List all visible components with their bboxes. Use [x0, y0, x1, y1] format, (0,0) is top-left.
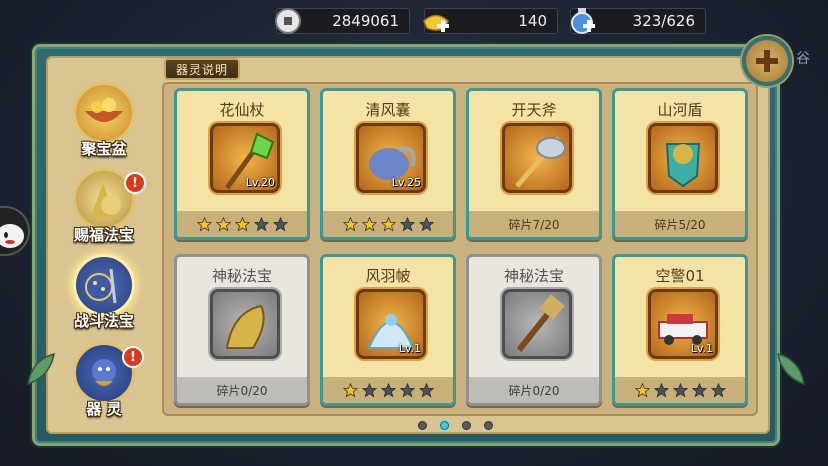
star-filled-icon [342, 382, 358, 397]
tab-label: 聚宝盆 [81, 140, 127, 158]
plus-icon [756, 50, 778, 72]
page-indicator [418, 421, 493, 430]
treasure-card[interactable]: 开天斧 碎片7/20 [466, 88, 602, 240]
coin-value: 2849061 [332, 12, 399, 30]
stamina-potion-icon [571, 8, 595, 34]
card-name: 清风囊 [365, 101, 411, 119]
treasure-bowl-icon [73, 82, 135, 144]
side-hint-text: 谷 [796, 51, 810, 67]
star-filled-icon [215, 216, 231, 231]
treasure-card[interactable]: 神秘法宝 碎片0/20 [174, 254, 310, 406]
wind-pouch-icon: Lv.25 [356, 123, 426, 193]
fragment-count: 碎片0/20 [177, 377, 307, 403]
gold-ingot-icon [423, 14, 449, 32]
card-name: 花仙杖 [219, 101, 265, 119]
star-empty-icon [418, 382, 434, 397]
star-empty-icon [399, 382, 415, 397]
star-empty-icon [672, 382, 688, 397]
tab-artifact-spirit[interactable]: 器 灵 ! [64, 342, 144, 419]
star-empty-icon [710, 382, 726, 397]
tab-label: 战斗法宝 [73, 312, 134, 330]
star-rating [177, 211, 307, 237]
card-name: 开天斧 [511, 101, 557, 119]
treasure-card[interactable]: 山河盾 碎片5/20 [612, 88, 748, 240]
treasure-card[interactable]: 空警01 Lv.1 [612, 254, 748, 406]
gold-value: 140 [518, 12, 547, 30]
treasure-card[interactable]: 神秘法宝 碎片0/20 [466, 254, 602, 406]
star-filled-icon [196, 216, 212, 231]
thunder-hammer-icon [502, 289, 572, 359]
add-button[interactable] [742, 36, 792, 86]
star-rating [615, 377, 745, 403]
leaf-decoration-icon [27, 352, 55, 386]
star-empty-icon [418, 216, 434, 231]
card-name: 神秘法宝 [211, 267, 272, 285]
level-label: Lv.1 [690, 342, 713, 355]
mountain-shield-icon [648, 123, 718, 193]
star-empty-icon [380, 382, 396, 397]
info-tag-button[interactable]: 器灵说明 [164, 58, 240, 80]
fragment-count: 碎片0/20 [469, 377, 599, 403]
battle-treasure-icon [73, 254, 135, 316]
star-filled-icon [380, 216, 396, 231]
alert-badge: ! [122, 346, 144, 368]
card-name: 风羽帔 [365, 267, 411, 285]
feather-cape-icon: Lv.1 [356, 289, 426, 359]
tab-treasure-bowl[interactable]: 聚宝盆 [64, 82, 144, 159]
star-empty-icon [361, 382, 377, 397]
level-label: Lv.1 [398, 342, 421, 355]
star-empty-icon [272, 216, 288, 231]
page-dot[interactable] [484, 421, 493, 430]
police-car-icon: Lv.1 [648, 289, 718, 359]
fragment-count: 碎片7/20 [469, 211, 599, 237]
star-rating [323, 377, 453, 403]
tab-blessing-treasure[interactable]: 赐福法宝 ! [64, 168, 146, 245]
tab-label: 赐福法宝 [73, 226, 134, 244]
alert-badge: ! [124, 172, 146, 194]
stamina-value: 323/626 [632, 12, 695, 30]
card-name: 山河盾 [657, 101, 703, 119]
card-name: 空警01 [655, 267, 705, 285]
level-label: Lv.25 [391, 176, 421, 189]
heaven-axe-icon [502, 123, 572, 193]
star-rating [323, 211, 453, 237]
treasure-card[interactable]: 风羽帔 Lv.1 [320, 254, 456, 406]
star-empty-icon [691, 382, 707, 397]
page-dot[interactable] [440, 421, 449, 430]
flower-staff-icon: Lv.20 [210, 123, 280, 193]
treasure-card[interactable]: 清风囊 Lv.25 [320, 88, 456, 240]
star-filled-icon [234, 216, 250, 231]
card-name: 神秘法宝 [503, 267, 564, 285]
page-dot[interactable] [418, 421, 427, 430]
stamina-counter[interactable]: 323/626 [570, 8, 706, 34]
fragment-count: 碎片5/20 [615, 211, 745, 237]
gold-counter[interactable]: 140 [423, 8, 558, 34]
coin-counter: 2849061 [275, 8, 410, 34]
treasure-card[interactable]: 花仙杖 Lv.20 [174, 88, 310, 240]
star-empty-icon [653, 382, 669, 397]
leaf-decoration-icon [777, 352, 805, 386]
page-dot[interactable] [462, 421, 471, 430]
star-empty-icon [253, 216, 269, 231]
star-filled-icon [342, 216, 358, 231]
star-empty-icon [399, 216, 415, 231]
side-avatar[interactable] [0, 206, 30, 256]
level-label: Lv.20 [245, 176, 275, 189]
dragon-gauntlet-icon [210, 289, 280, 359]
tab-label: 器 灵 [86, 400, 122, 418]
coin-icon [275, 8, 301, 34]
star-filled-icon [361, 216, 377, 231]
star-filled-icon [634, 382, 650, 397]
tab-battle-treasure[interactable]: 战斗法宝 [64, 254, 144, 331]
